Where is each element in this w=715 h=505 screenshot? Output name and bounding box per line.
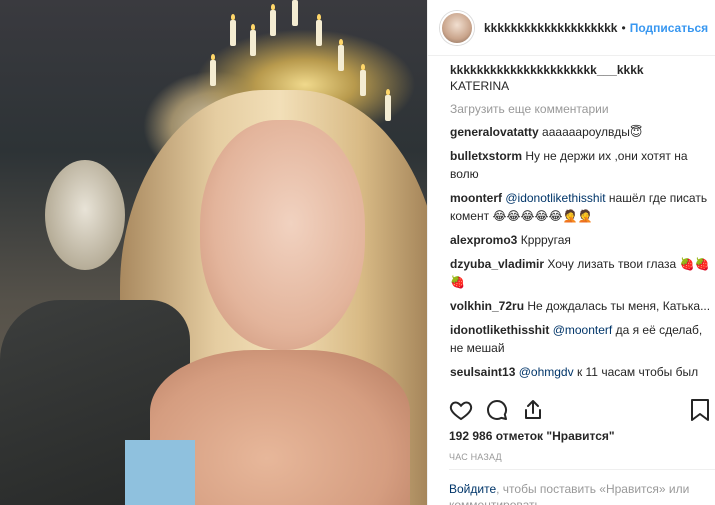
comment: alexpromo3 Кррругая — [450, 231, 712, 249]
wall-medallion — [45, 160, 125, 270]
blue-top — [125, 440, 195, 505]
likes-count[interactable]: 192 986 отметок "Нравится" — [449, 429, 615, 443]
candle — [292, 0, 298, 26]
header-username[interactable]: kkkkkkkkkkkkkkkkkkkk — [484, 21, 617, 35]
comment: bulletxstorm Ну не держи их ,они хотят н… — [450, 147, 712, 183]
comment: dzyuba_vladimir Хочу лизать твои глаза 🍓… — [450, 255, 712, 291]
bookmark-icon[interactable] — [689, 398, 711, 422]
comment-username[interactable]: seulsaint13 — [450, 365, 515, 379]
comment: volkhin_72ru Не дождалась ты меня, Катьк… — [450, 297, 712, 315]
post-photo[interactable] — [0, 0, 427, 505]
follow-button[interactable]: Подписаться — [630, 21, 708, 35]
comment-username[interactable]: generalovatatty — [450, 125, 539, 139]
comment-username[interactable]: alexpromo3 — [450, 233, 517, 247]
comment: idonotlikethisshit @moonterf да я её сде… — [450, 321, 712, 357]
comment-text: аааааароулвды😇 — [542, 125, 643, 139]
comment-username[interactable]: moonterf — [450, 191, 502, 205]
comment-icon[interactable] — [485, 398, 509, 422]
login-prompt: Войдите, чтобы поставить «Нравится» или … — [449, 481, 715, 505]
comment: generalovatatty аааааароулвды😇 — [450, 123, 712, 141]
comment: seulsaint13 @ohmgdv к 11 часам чтобы был — [450, 363, 712, 381]
candle — [210, 54, 216, 86]
comment-text: Не дождалась ты меня, Катька... — [527, 299, 711, 313]
candle — [360, 64, 366, 96]
caption-text: KATERINA — [450, 79, 510, 93]
comment-username[interactable]: idonotlikethisshit — [450, 323, 549, 337]
candle — [385, 89, 391, 121]
candle — [230, 14, 236, 46]
post-time[interactable]: час назад — [449, 452, 502, 462]
separator-dot: • — [621, 20, 626, 35]
comment-text: к 11 часам чтобы был — [576, 365, 699, 379]
comment-mention[interactable]: @ohmgdv — [519, 365, 574, 379]
candle — [338, 39, 344, 71]
comment-text: Кррругая — [520, 233, 571, 247]
heart-icon[interactable] — [449, 398, 473, 422]
share-icon[interactable] — [521, 398, 545, 422]
comment-username[interactable]: bulletxstorm — [450, 149, 522, 163]
avatar[interactable] — [440, 10, 474, 45]
comment-username[interactable]: volkhin_72ru — [450, 299, 524, 313]
comment-username[interactable]: dzyuba_vladimir — [450, 257, 544, 271]
comment: moonterf @idonotlikethisshit нашёл где п… — [450, 189, 712, 225]
comments-list: kkkkkkkkkkkkkkkkkkkkkk___kkkk KATERINA З… — [450, 62, 712, 381]
candle — [316, 14, 322, 46]
candle — [250, 24, 256, 56]
load-more-comments-button[interactable]: Загрузить еще комментарии — [450, 101, 712, 117]
candle — [270, 4, 276, 36]
post-header: kkkkkkkkkkkkkkkkkkkk • Подписаться — [428, 0, 715, 56]
caption-username[interactable]: kkkkkkkkkkkkkkkkkkkkkk___kkkk — [450, 62, 712, 78]
action-bar — [449, 398, 715, 426]
login-link[interactable]: Войдите — [449, 482, 496, 496]
face — [200, 120, 365, 350]
comment-mention[interactable]: @idonotlikethisshit — [505, 191, 605, 205]
comment-mention[interactable]: @moonterf — [553, 323, 613, 337]
divider — [449, 469, 715, 470]
